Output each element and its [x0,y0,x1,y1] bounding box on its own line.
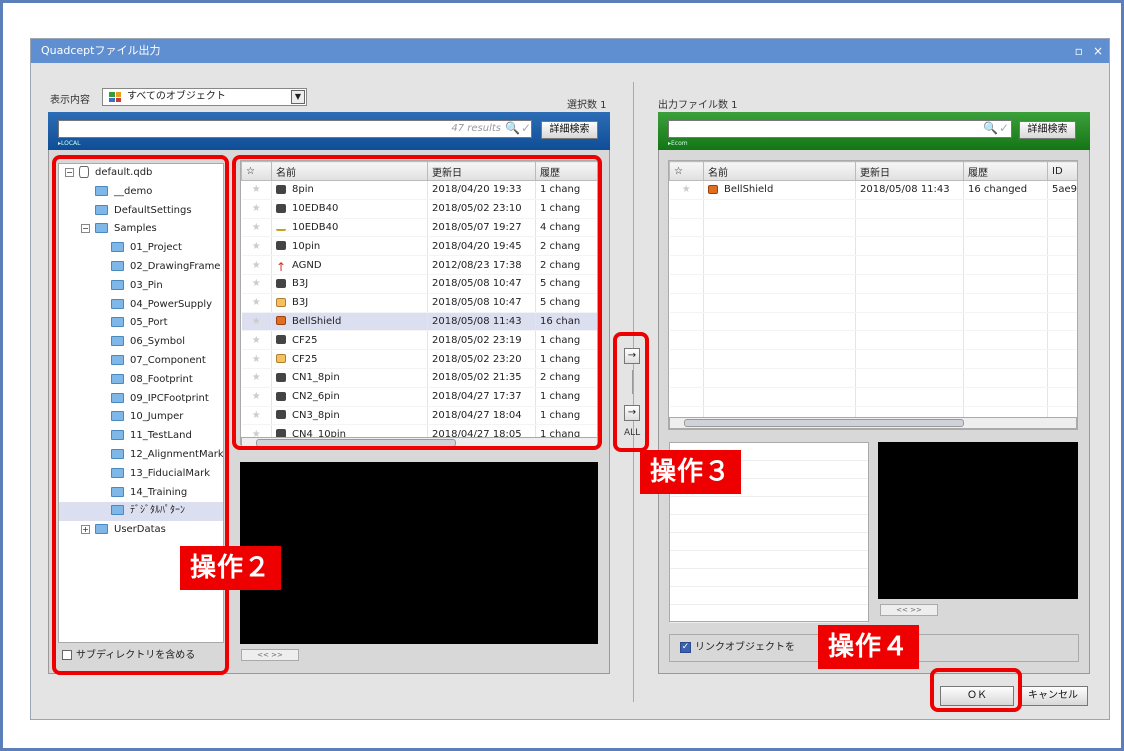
highlight-ok [930,668,1022,712]
ecom-search-input[interactable] [668,120,1012,138]
check-icon[interactable]: ✓ [521,121,531,135]
date-cell: 2018/05/08 11:43 [855,180,964,200]
detail-search-button[interactable]: 詳細検索 [541,121,598,139]
link-checkbox[interactable]: ✓ [680,641,691,653]
column-header[interactable]: ID [1047,161,1077,181]
highlight-list [232,155,602,450]
output-pager[interactable]: << >> [880,604,938,616]
detail-search-button-right[interactable]: 詳細検索 [1019,121,1076,139]
selected-count: 選択数 1 [567,100,607,111]
highlight-tree [52,155,229,675]
objects-icon [109,92,121,102]
display-value: すべてのオブジェクト [127,91,226,102]
maximize-icon[interactable]: ▫ [1075,44,1083,58]
output-list: ☆ 名前 更新日 履歴 ID ★ BellShield 2018/05/08 11:43 16 … [668,160,1078,430]
close-icon[interactable]: × [1093,44,1103,58]
sym-icon [708,184,718,194]
column-header[interactable]: 更新日 [855,161,964,181]
highlight-move [613,332,649,452]
display-label: 表示内容 [50,95,90,106]
preview-pager[interactable]: << >> [241,649,299,661]
output-hscrollbar[interactable] [669,417,1077,429]
ecom-label: ▸Ecom [668,140,688,147]
check-icon[interactable]: ✓ [999,121,1009,135]
annotation-op4: 操作４ [818,625,920,669]
column-header[interactable]: 履歴 [963,161,1048,181]
display-dropdown[interactable]: すべてのオブジェクト ▼ [102,88,307,106]
column-header[interactable]: 名前 [703,161,856,181]
output-preview [878,442,1078,599]
name-cell: BellShield [703,180,856,200]
column-header[interactable]: ☆ [669,161,704,181]
id-cell: 5ae9c [1047,180,1077,200]
window-title: Quadceptファイル出力 [41,44,161,57]
annotation-op3: 操作３ [640,450,742,494]
annotation-op2: 操作２ [180,546,282,590]
output-count: 出力ファイル数 1 [658,100,738,111]
title-bar: Quadceptファイル出力 ▫ × [31,39,1109,63]
search-icon[interactable]: 🔍 [505,121,520,135]
chevron-down-icon[interactable]: ▼ [291,90,305,104]
table-row[interactable]: ★ BellShield 2018/05/08 11:43 16 changed 5ae… [669,180,1077,200]
object-name: BellShield [724,184,774,196]
link-label: リンクオブジェクトを [695,642,795,653]
local-search-input[interactable]: 47 results [58,120,532,138]
cancel-button[interactable]: キャンセル [1018,686,1088,706]
star-icon[interactable]: ★ [669,180,704,200]
history-cell: 16 changed [963,180,1048,200]
local-label: ▸LOCAL [58,140,81,147]
search-icon[interactable]: 🔍 [983,121,998,135]
object-preview [240,462,598,644]
